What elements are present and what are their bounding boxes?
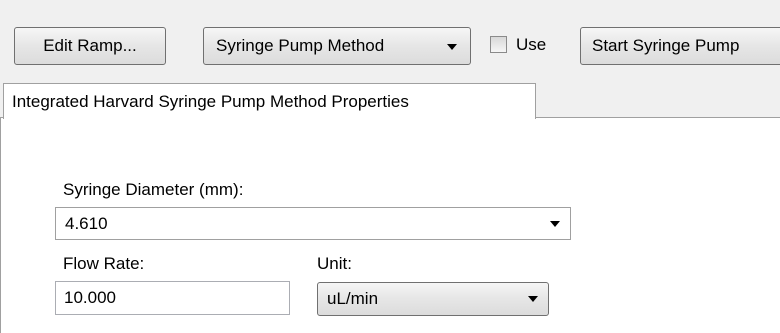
edit-ramp-button[interactable]: Edit Ramp...: [14, 27, 166, 65]
chevron-down-icon: [528, 296, 538, 302]
flow-rate-value: 10.000: [64, 288, 116, 307]
tab-method-properties-label: Integrated Harvard Syringe Pump Method P…: [12, 91, 409, 111]
unit-dropdown[interactable]: uL/min: [317, 282, 549, 316]
syringe-diameter-combo[interactable]: 4.610: [55, 207, 571, 240]
method-dropdown[interactable]: Syringe Pump Method: [203, 27, 471, 65]
chevron-down-icon: [447, 44, 457, 50]
method-dropdown-value: Syringe Pump Method: [216, 36, 385, 55]
start-syringe-pump-button[interactable]: Start Syringe Pump: [580, 27, 780, 65]
unit-label: Unit:: [317, 254, 352, 273]
syringe-diameter-label: Syringe Diameter (mm):: [63, 180, 244, 199]
flow-rate-input[interactable]: 10.000: [55, 281, 290, 315]
chevron-down-icon: [550, 220, 560, 227]
start-syringe-pump-label: Start Syringe Pump: [592, 36, 740, 55]
use-checkbox-label: Use: [516, 35, 547, 54]
tab-method-properties[interactable]: Integrated Harvard Syringe Pump Method P…: [3, 83, 536, 119]
syringe-diameter-value: 4.610: [65, 213, 108, 233]
use-checkbox[interactable]: [490, 36, 507, 53]
edit-ramp-label: Edit Ramp...: [43, 36, 137, 55]
flow-rate-label: Flow Rate:: [63, 254, 145, 273]
unit-value: uL/min: [327, 289, 379, 308]
